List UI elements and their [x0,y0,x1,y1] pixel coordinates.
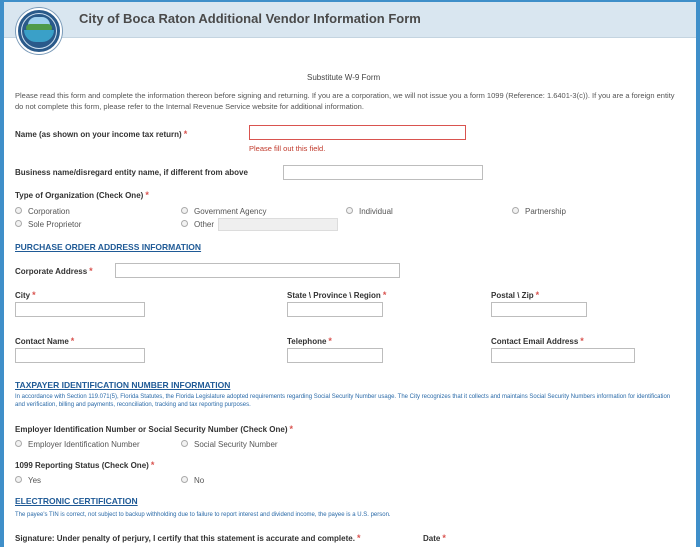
radio-icon[interactable] [15,476,22,484]
radio-icon[interactable] [181,207,188,215]
radio-icon[interactable] [512,207,519,215]
page-title: City of Boca Raton Additional Vendor Inf… [79,11,421,26]
telephone-input[interactable] [287,348,383,363]
form-subtitle: Substitute W-9 Form [307,73,381,82]
intro-paragraph: Please read this form and complete the i… [15,91,675,111]
po-section-title: PURCHASE ORDER ADDRESS INFORMATION [15,242,202,252]
org-type-individual[interactable]: Individual [346,207,393,216]
org-type-government[interactable]: Government Agency [181,207,266,216]
telephone-label: Telephone * [287,336,332,346]
radio-icon[interactable] [346,207,353,215]
name-label: Name (as shown on your income tax return… [15,129,188,139]
tin-section-title: TAXPAYER IDENTIFICATION NUMBER INFORMATI… [15,380,231,390]
city-label: City * [15,290,36,300]
contact-name-label: Contact Name * [15,336,75,346]
radio-icon[interactable] [181,476,188,484]
contact-email-input[interactable] [491,348,635,363]
contact-name-input[interactable] [15,348,145,363]
name-error-message: Please fill out this field. [249,144,326,153]
radio-icon[interactable] [15,440,22,448]
tin-notice: In accordance with Section 119.071(5), F… [15,394,671,408]
business-name-label: Business name/disregard entity name, if … [15,168,248,177]
radio-icon[interactable] [15,220,22,228]
ein-ssn-label: Employer Identification Number or Social… [15,424,294,434]
org-type-other-input[interactable] [218,218,338,231]
reporting-status-label: 1099 Reporting Status (Check One) * [15,460,155,470]
ein-option[interactable]: Employer Identification Number [15,440,140,449]
zip-label: Postal \ Zip * [491,290,540,300]
org-type-sole-proprietor[interactable]: Sole Proprietor [15,220,81,229]
org-type-other[interactable]: Other [181,220,214,229]
org-type-corporation[interactable]: Corporation [15,207,70,216]
reporting-no-option[interactable]: No [181,476,204,485]
corporate-address-label: Corporate Address * [15,266,93,276]
date-label: Date * [423,533,446,543]
business-name-input[interactable] [283,165,483,180]
org-type-partnership[interactable]: Partnership [512,207,566,216]
zip-input[interactable] [491,302,587,317]
radio-icon[interactable] [181,220,188,228]
contact-email-label: Contact Email Address * [491,336,584,346]
org-type-label: Type of Organization (Check One) * [15,190,149,200]
ssn-option[interactable]: Social Security Number [181,440,278,449]
certification-notice: The payee's TIN is correct, not subject … [15,512,391,518]
corporate-address-input[interactable] [115,263,400,278]
form-window: City of Boca Raton Additional Vendor Inf… [4,2,696,547]
state-input[interactable] [287,302,383,317]
state-label: State \ Province \ Region * [287,290,387,300]
signature-label: Signature: Under penalty of perjury, I c… [15,533,361,543]
name-input[interactable] [249,125,466,140]
city-seal-icon [16,8,62,54]
header-bar: City of Boca Raton Additional Vendor Inf… [4,2,696,38]
city-input[interactable] [15,302,145,317]
radio-icon[interactable] [181,440,188,448]
certification-section-title: ELECTRONIC CERTIFICATION [15,496,138,506]
reporting-yes-option[interactable]: Yes [15,476,41,485]
radio-icon[interactable] [15,207,22,215]
